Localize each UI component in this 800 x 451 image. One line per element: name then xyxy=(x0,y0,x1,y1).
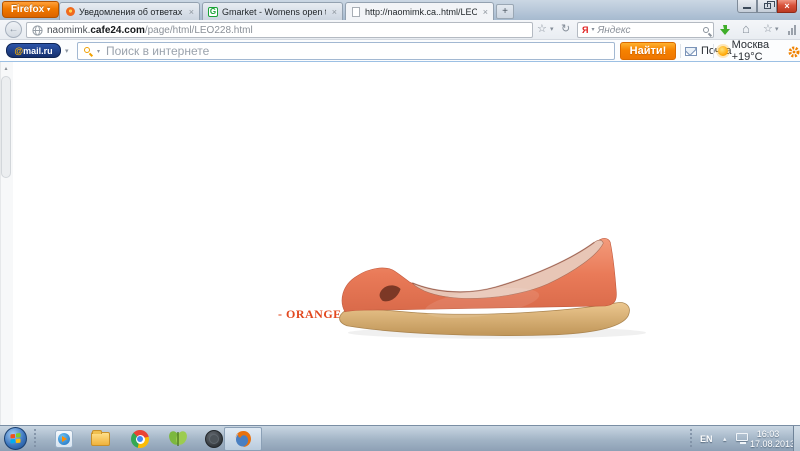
close-button[interactable]: × xyxy=(777,0,797,13)
page-scrollbar[interactable]: ▴ xyxy=(0,62,13,425)
product-image-shoe xyxy=(333,229,651,349)
taskbar: EN ▴ 16:03 17.08.2013 xyxy=(0,425,800,451)
tab-close-icon[interactable]: × xyxy=(330,7,337,17)
url-path: /page/html/LEO228.html xyxy=(145,25,253,36)
sun-icon xyxy=(718,46,728,56)
bookmarks-menu-icon[interactable]: ☆ xyxy=(763,24,773,35)
taskbar-clock[interactable]: 16:03 17.08.2013 xyxy=(750,429,786,449)
mailru-logo[interactable]: @mail.ru xyxy=(6,43,61,58)
sibmama-favicon-icon xyxy=(65,7,75,17)
close-icon: × xyxy=(784,1,789,11)
tray-grip xyxy=(689,428,693,449)
gear-icon xyxy=(788,46,800,58)
mailru-search-caret-icon[interactable]: ▾ xyxy=(97,48,100,55)
search-engine-box[interactable]: Я ▾ Яндекс xyxy=(577,22,714,38)
world-of-tanks-icon xyxy=(205,430,223,448)
globe-icon xyxy=(32,25,43,36)
toolbar-divider xyxy=(680,44,681,58)
bookmarks-dropdown-icon[interactable]: ▾ xyxy=(775,26,779,33)
new-tab-button[interactable]: + xyxy=(496,4,514,19)
back-button[interactable]: ← xyxy=(5,21,22,38)
downloads-button[interactable] xyxy=(719,24,731,36)
chrome-icon xyxy=(131,430,149,448)
clock-date: 17.08.2013 xyxy=(750,439,786,449)
show-desktop-button[interactable] xyxy=(793,426,800,451)
home-button[interactable]: ⌂ xyxy=(742,22,750,35)
mailru-toolbar: @mail.ru ▾ ▾ Найти! Почта Москва +19°C xyxy=(0,40,800,62)
butterfly-icon xyxy=(168,430,188,448)
minimize-icon xyxy=(743,7,751,9)
mailru-at-icon: @ xyxy=(14,46,23,56)
tab-title: http://naomimk.ca..html/LEO228.html xyxy=(365,7,477,17)
navigation-bar: ← naomimk.cafe24.com/page/html/LEO228.ht… xyxy=(0,20,800,40)
page-content: - ORANGE ▴ xyxy=(0,62,800,425)
network-icon[interactable] xyxy=(736,433,749,444)
taskbar-item-media-player[interactable] xyxy=(54,429,74,449)
blank-page-favicon-icon xyxy=(351,7,361,17)
tab-sibmama[interactable]: Уведомления об ответах :: Сибмама... × xyxy=(59,2,200,20)
tab-close-icon[interactable]: × xyxy=(187,7,194,17)
taskbar-grip xyxy=(33,428,37,449)
search-engine-label: Яндекс xyxy=(597,25,700,36)
taskbar-item-firefox-active[interactable] xyxy=(224,427,262,451)
yandex-icon: Я xyxy=(582,25,588,35)
orange-flat-shoe-illustration xyxy=(333,229,651,349)
tab-title: Gmarket - Womens open toe flat sho... xyxy=(222,7,326,17)
tab-close-icon[interactable]: × xyxy=(481,7,488,17)
tab-title: Уведомления об ответах :: Сибмама... xyxy=(79,7,183,17)
back-arrow-icon: ← xyxy=(9,24,19,35)
tab-active-leo228[interactable]: http://naomimk.ca..html/LEO228.html × xyxy=(345,2,494,20)
scroll-up-icon[interactable]: ▴ xyxy=(0,63,12,74)
tab-gmarket[interactable]: G Gmarket - Womens open toe flat sho... … xyxy=(202,2,343,20)
mailru-search-icon xyxy=(84,47,90,53)
toolbar-settings-button[interactable] xyxy=(788,45,800,63)
mailru-search-input[interactable] xyxy=(77,42,615,60)
taskbar-item-messenger[interactable] xyxy=(168,429,188,449)
url-text: naomimk.cafe24.com/page/html/LEO228.html xyxy=(47,25,253,36)
restore-icon xyxy=(764,3,771,9)
engine-dropdown-icon[interactable]: ▾ xyxy=(591,27,594,33)
taskbar-item-world-of-tanks[interactable] xyxy=(204,429,224,449)
url-host-prefix: naomimk. xyxy=(47,25,90,36)
tray-expand-icon[interactable]: ▴ xyxy=(723,435,727,443)
reload-icon[interactable]: ↻ xyxy=(561,24,570,35)
media-player-icon xyxy=(55,430,73,448)
firefox-icon xyxy=(233,429,253,449)
minimize-button[interactable] xyxy=(737,0,757,13)
bookmark-star-icon[interactable]: ☆ xyxy=(537,24,547,35)
mailru-menu-caret-icon[interactable]: ▾ xyxy=(65,47,69,55)
search-icon[interactable] xyxy=(703,27,709,33)
address-bar[interactable]: naomimk.cafe24.com/page/html/LEO228.html xyxy=(26,22,533,38)
windows-flag-icon xyxy=(10,433,21,445)
url-domain: cafe24.com xyxy=(90,25,144,36)
firefox-menu-label: Firefox xyxy=(11,4,44,15)
window-controls: × xyxy=(737,0,797,13)
folder-icon xyxy=(91,432,110,446)
chevron-down-icon: ▾ xyxy=(47,6,50,13)
title-bar: Firefox ▾ Уведомления об ответах :: Сибм… xyxy=(0,0,800,20)
firefox-menu-button[interactable]: Firefox ▾ xyxy=(2,1,59,18)
app-stats-icon[interactable] xyxy=(788,25,796,35)
gmarket-favicon-icon: G xyxy=(208,7,218,17)
language-indicator[interactable]: EN xyxy=(700,434,713,444)
envelope-icon xyxy=(685,47,697,56)
clock-time: 16:03 xyxy=(750,429,786,439)
start-button[interactable] xyxy=(4,427,27,450)
find-button[interactable]: Найти! xyxy=(620,42,676,60)
scrollbar-thumb[interactable] xyxy=(1,76,11,178)
taskbar-item-explorer[interactable] xyxy=(90,429,110,449)
restore-button[interactable] xyxy=(757,0,777,13)
taskbar-item-chrome[interactable] xyxy=(130,429,150,449)
toolbar-divider xyxy=(713,44,714,58)
history-dropdown-icon[interactable]: ▾ xyxy=(550,26,554,33)
mailru-logo-label: mail.ru xyxy=(23,46,53,56)
download-arrow-icon xyxy=(719,24,731,36)
